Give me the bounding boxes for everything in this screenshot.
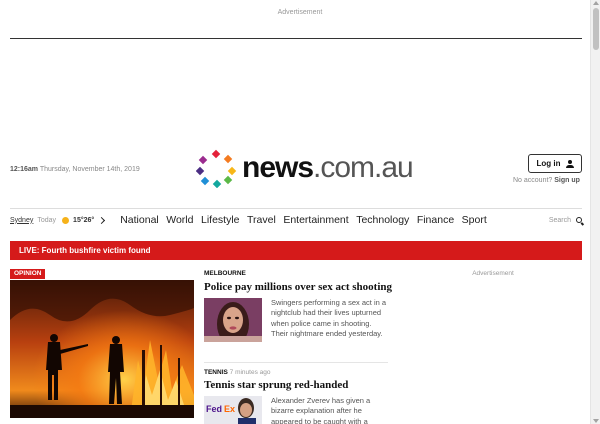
opinion-badge: OPINION (10, 269, 46, 279)
nav-item-travel[interactable]: Travel (247, 214, 276, 226)
logo-wordmark: news.com.au (242, 151, 414, 184)
login-label: Log in (536, 159, 561, 168)
ad-divider (10, 38, 582, 39)
story-headline[interactable]: Tennis star sprung red-handed (204, 379, 348, 391)
section-links: National World Lifestyle Travel Entertai… (120, 214, 494, 226)
user-icon (565, 159, 574, 168)
svg-text:Fed: Fed (206, 404, 222, 414)
scrollbar-thumb[interactable] (593, 8, 599, 50)
sidebar-advertisement-label: Advertisement (472, 270, 514, 277)
nav-item-world[interactable]: World (166, 214, 193, 226)
story-summary: Alexander Zverev has given a bizarre exp… (271, 396, 371, 424)
portrait-photo (204, 298, 262, 342)
story-thumbnail[interactable]: Fed Ex (204, 396, 262, 424)
nav-item-finance[interactable]: Finance (417, 214, 454, 226)
bushfire-photo (10, 280, 194, 418)
nav-item-national[interactable]: National (120, 214, 159, 226)
tennis-photo: Fed Ex (204, 396, 262, 424)
story-section-label[interactable]: MELBOURNE (204, 270, 246, 277)
scroll-up-arrow-icon[interactable] (593, 1, 599, 5)
current-date: Thursday, November 14th, 2019 (39, 166, 140, 173)
logo-news-text: news (242, 151, 314, 184)
chevron-right-icon[interactable] (98, 216, 106, 224)
story-summary: Swingers performing a sex act in a night… (271, 298, 387, 338)
story-section-label[interactable]: TENNIS 7 minutes ago (204, 369, 271, 376)
no-account-prompt: No account? Sign up (513, 177, 580, 184)
section-name: TENNIS (204, 369, 228, 376)
advertisement-label: Advertisement (277, 9, 323, 16)
story-thumbnail[interactable] (204, 298, 262, 342)
scroll-down-arrow-icon[interactable] (593, 419, 599, 423)
search-button[interactable]: Search (549, 217, 582, 224)
weather-temps: 15°26° (73, 216, 95, 224)
section-name: MELBOURNE (204, 270, 246, 277)
live-news-banner[interactable]: LIVE: Fourth bushfire victim found (10, 241, 582, 260)
svg-text:Ex: Ex (224, 404, 235, 414)
login-button[interactable]: Log in (528, 154, 582, 173)
nav-item-lifestyle[interactable]: Lifestyle (201, 214, 240, 226)
search-icon (576, 217, 582, 223)
nav-item-entertainment[interactable]: Entertainment (283, 214, 348, 226)
story-divider (204, 362, 388, 363)
logo-domain-text: .com.au (313, 151, 414, 184)
site-logo[interactable]: news.com.au (196, 148, 414, 188)
nav-item-sport[interactable]: Sport (462, 214, 487, 226)
sun-icon (62, 216, 70, 224)
main-navigation: Sydney Today 15°26° National World Lifes… (10, 212, 582, 228)
hero-image-bushfire[interactable] (10, 280, 194, 418)
scrollbar[interactable] (590, 0, 600, 424)
current-datetime: 12:16am Thursday, November 14th, 2019 (10, 166, 140, 173)
no-account-text: No account? (513, 177, 553, 184)
weather-city-link[interactable]: Sydney (10, 217, 33, 224)
nav-divider (10, 208, 582, 209)
current-time: 12:16am (10, 166, 39, 173)
story-timestamp: 7 minutes ago (229, 369, 271, 376)
weather-day-label: Today (37, 216, 57, 224)
search-label: Search (548, 216, 571, 224)
signup-link[interactable]: Sign up (554, 177, 580, 184)
nav-item-technology[interactable]: Technology (356, 214, 409, 226)
logo-dots-icon (196, 149, 237, 188)
story-headline[interactable]: Police pay millions over sex act shootin… (204, 281, 392, 293)
